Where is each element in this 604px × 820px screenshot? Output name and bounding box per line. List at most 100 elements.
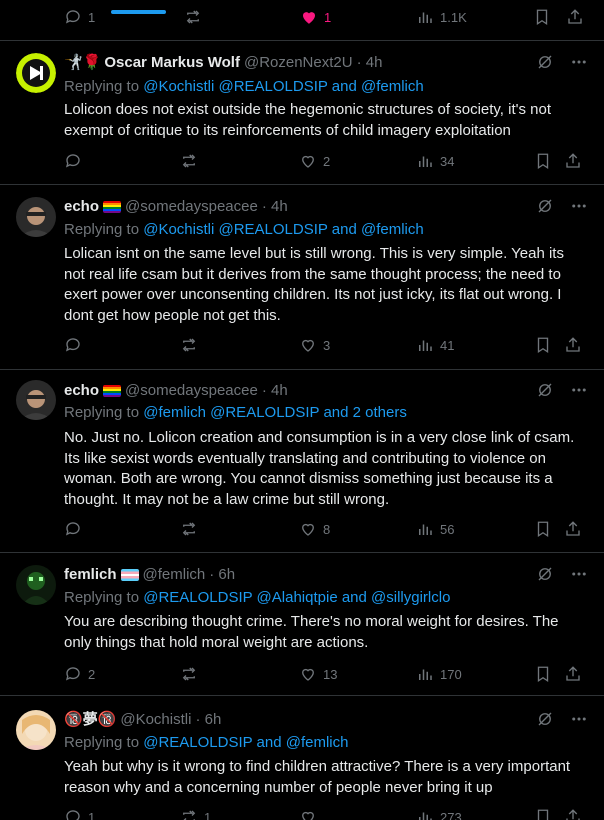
display-name[interactable]: echo [64,197,99,217]
active-tab-indicator [111,10,166,14]
grok-icon[interactable] [536,53,554,71]
bookmark-icon [534,152,552,170]
timestamp[interactable]: · 6h [195,710,221,730]
replying-to-links[interactable]: @REALOLDSIP @Alahiqtpie and @sillygirlcl… [143,589,450,606]
display-name[interactable]: 🔞夢🔞 [64,710,116,730]
views-button[interactable]: 170 [416,665,462,683]
grok-icon[interactable] [536,381,554,399]
tweet-header-actions [536,565,588,583]
share-button[interactable] [564,665,582,683]
user-handle[interactable]: @femlich [143,565,206,585]
tweet[interactable]: echo @somedayspeacee · 4h Replying to @f… [0,370,604,553]
more-options-icon[interactable] [570,565,588,583]
tweet[interactable]: femlich @femlich · 6h Replying to @REALO… [0,553,604,696]
timestamp[interactable]: · 4h [262,197,288,217]
repost-icon [180,520,198,538]
timestamp[interactable]: · 4h [262,381,288,401]
reply-button[interactable] [64,520,88,538]
views-icon [416,520,434,538]
tweet[interactable]: 🔞夢🔞 @Kochistli · 6h Replying to @REALOLD… [0,696,604,820]
like-count: 8 [323,521,331,537]
repost-button[interactable] [180,152,204,170]
tweet-header-actions [536,381,588,399]
reply-button[interactable] [64,336,88,354]
reply-button[interactable]: 2 [64,665,95,683]
like-button[interactable]: 8 [299,520,330,538]
more-options-icon[interactable] [570,197,588,215]
more-options-icon[interactable] [570,53,588,71]
tweet-text: Lolicon does not exist outside the hegem… [64,101,552,139]
more-options-icon[interactable] [570,381,588,399]
share-button[interactable] [564,336,582,354]
replying-to-links[interactable]: @Kochistli @REALOLDSIP and @femlich [143,221,424,238]
avatar-image [16,53,56,93]
reply-count: 1 [88,809,96,820]
tweet-text: You are describing thought crime. There'… [64,613,559,651]
display-name[interactable]: echo [64,381,99,401]
tweet-header-actions [536,197,588,215]
tweet-text: Yeah but why is it wrong to find childre… [64,758,571,796]
views-icon [416,152,434,170]
user-handle[interactable]: @RozenNext2U [244,53,353,73]
like-button[interactable] [299,808,323,820]
repost-button[interactable] [180,336,204,354]
bookmark-button[interactable] [534,336,552,354]
repost-button[interactable] [180,520,204,538]
timestamp[interactable]: · 4h [357,53,383,73]
repost-button[interactable]: 1 [180,808,211,820]
share-button[interactable] [564,152,582,170]
more-options-icon[interactable] [570,710,588,728]
tweet-text: Lolican isnt on the same level but is st… [64,245,564,324]
replying-to-label: Replying to [64,221,140,238]
views-button[interactable]: 56 [416,520,454,538]
views-icon [416,665,434,683]
repost-icon [180,336,198,354]
views-count: 273 [440,809,462,820]
replying-to: Replying to @Kochistli @REALOLDSIP and @… [64,220,424,240]
replying-to-links[interactable]: @Kochistli @REALOLDSIP and @femlich [143,78,424,95]
views-button[interactable]: 34 [416,152,454,170]
user-handle[interactable]: @somedayspeacee [125,381,258,401]
replying-to: Replying to @Kochistli @REALOLDSIP and @… [64,77,424,97]
repost-count: 1 [204,809,212,820]
timestamp[interactable]: · 6h [209,565,235,585]
avatar[interactable] [16,710,56,750]
reply-icon [64,520,82,538]
bookmark-button[interactable] [534,808,552,820]
tweet[interactable]: 🤺🌹 Oscar Markus Wolf @RozenNext2U · 4h R… [0,41,604,185]
user-handle[interactable]: @Kochistli [120,710,191,730]
like-button[interactable]: 2 [299,152,330,170]
display-name[interactable]: Oscar Markus Wolf [104,53,240,73]
avatar[interactable] [16,197,56,237]
tweet-header: 🔞夢🔞 @Kochistli · 6h [64,710,544,730]
replying-to-links[interactable]: @femlich @REALOLDSIP and 2 others [143,404,407,421]
views-button[interactable]: 273 [416,808,462,820]
tweet-header: femlich @femlich · 6h [64,565,544,585]
grok-icon[interactable] [536,197,554,215]
avatar[interactable] [16,565,56,605]
user-handle[interactable]: @somedayspeacee [125,197,258,217]
views-button[interactable]: 41 [416,336,454,354]
grok-icon[interactable] [536,710,554,728]
reply-button[interactable]: 1 [64,808,95,820]
like-button[interactable]: 3 [299,336,330,354]
avatar[interactable] [16,380,56,420]
repost-button[interactable] [180,665,204,683]
bookmark-button[interactable] [534,665,552,683]
tweet[interactable]: echo @somedayspeacee · 4h Replying to @K… [0,185,604,370]
bookmark-button[interactable] [534,152,552,170]
views-icon [416,336,434,354]
share-button[interactable] [564,808,582,820]
replying-to-links[interactable]: @REALOLDSIP and @femlich [143,734,348,751]
bookmark-icon [534,336,552,354]
replying-to: Replying to @femlich @REALOLDSIP and 2 o… [64,403,407,423]
bookmark-button[interactable] [534,520,552,538]
grok-icon[interactable] [536,565,554,583]
reply-button[interactable] [64,152,88,170]
avatar[interactable] [16,53,56,93]
like-button[interactable]: 13 [299,665,337,683]
share-button[interactable] [564,520,582,538]
reply-icon [64,152,82,170]
display-name[interactable]: femlich [64,565,117,585]
heart-icon [299,152,317,170]
